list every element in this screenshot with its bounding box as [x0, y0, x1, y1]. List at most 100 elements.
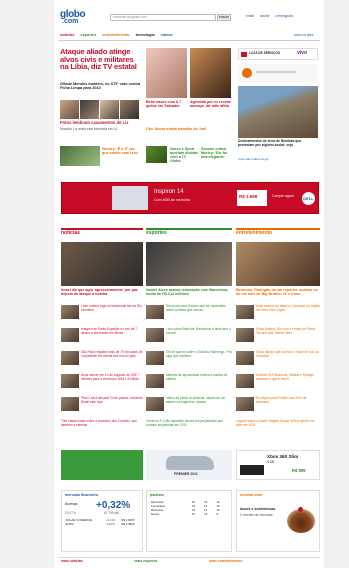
store-banner[interactable]: LOJA DE SERVIÇOS vivo: [238, 48, 318, 60]
car-ad[interactable]: PREMIER 2011: [146, 450, 232, 480]
section-item-thumb[interactable]: [146, 305, 164, 319]
section-item-link[interactable]: Três casas locais sobre a consumo dos Co…: [61, 419, 143, 427]
cake-image[interactable]: [287, 509, 315, 533]
section-lead-headline[interactable]: Daniel Alves assina renovação com Barcel…: [146, 288, 232, 296]
section-item-thumb[interactable]: [61, 397, 79, 411]
nav-tecnologia[interactable]: tecnologia: [136, 33, 155, 37]
all-sites-link[interactable]: todos os sites: [294, 33, 314, 38]
nav-esportes[interactable]: esportes: [80, 33, 96, 37]
liz-photo-2[interactable]: [80, 100, 99, 119]
section-item-link[interactable]: iPad 2 será lançado 24 de países, inclui…: [81, 396, 143, 404]
section-lead-photo[interactable]: [236, 242, 320, 286]
section-item-link[interactable]: São Paulo registra mais de 70 mil casos …: [81, 350, 143, 358]
protest-caption[interactable]: Deslizamentos de terra de Bombas que pro…: [238, 139, 318, 148]
section-item-link[interactable]: Eu espero para Flutter com 20% de descon…: [256, 396, 320, 404]
more-videos-link[interactable]: veja mais vídeos do g1: [238, 157, 318, 161]
section-item-link[interactable]: Ele de que foi sobre o Gaúcho-Flamengo, …: [166, 350, 232, 358]
search-button[interactable]: buscar: [217, 14, 231, 21]
search-input[interactable]: encontre na globo.com: [110, 14, 216, 21]
section-title[interactable]: esportes: [146, 230, 167, 237]
section-lead-photo[interactable]: [146, 242, 232, 286]
woman-photo[interactable]: [190, 48, 231, 98]
protest-photo[interactable]: [238, 86, 318, 138]
vasco-photo[interactable]: [146, 146, 167, 163]
green-promo[interactable]: [61, 450, 143, 480]
ad-sub: Com 4GB de memória: [154, 198, 190, 202]
xbox-image: [240, 465, 264, 475]
liz-caption[interactable]: Fotos lembram casamentos de Liz: [60, 120, 142, 126]
footer-entertainment-link[interactable]: mais entretenimento: [209, 559, 242, 564]
section-item-thumb[interactable]: [236, 305, 254, 319]
section-item-thumb[interactable]: [236, 351, 254, 365]
wesley-photo[interactable]: [60, 146, 100, 166]
ad-cta[interactable]: Compre agora: [272, 194, 294, 199]
threat-headline[interactable]: Agredida por ex recebe ameaça, diz mãe a…: [190, 100, 231, 108]
xbox-ad[interactable]: Xbox 360 Slim 4 GB R$ 899: [236, 450, 320, 480]
sports-headline-2[interactable]: Vasco x Sport acertam dívidas com a TV G…: [170, 147, 198, 163]
footer-sports-link[interactable]: mais esportes: [134, 559, 157, 564]
section-item-thumb[interactable]: [236, 374, 254, 388]
nav-entretenimento[interactable]: entretenimento: [102, 33, 129, 37]
recipes-sub[interactable]: 2 receitas de chocolate: [240, 513, 280, 518]
section-item-thumb[interactable]: [236, 397, 254, 411]
section-item-link[interactable]: Legado sobre a moda 'Viagem Sousa' entro…: [236, 419, 320, 427]
section-item-link[interactable]: Lívio sobre Barriche, Barcelona: a final…: [166, 327, 232, 335]
section-lead-photo[interactable]: [61, 242, 143, 286]
finance-value: 67.799 pts: [104, 511, 119, 515]
section-item-link[interactable]: Chefe na F-1 fãs repentem lances em prej…: [146, 419, 232, 427]
section-item-link[interactable]: Sim pode para Gaúcho que foi comentário …: [166, 304, 232, 312]
section-item-link[interactable]: Imagem de Santo Expedito no céu de 7 atr…: [81, 327, 143, 335]
sports-headline-3[interactable]: Simeon critica Muricy: 'Ele foi desreleg…: [201, 147, 232, 159]
nav-videos[interactable]: vídeos: [161, 33, 173, 37]
baby-headline[interactable]: Bebê nasce com 6,7 quilos em Salvador: [146, 100, 187, 108]
ad-price: R$ 1.699: [239, 194, 258, 199]
score-cell: 9: [216, 512, 219, 517]
liz-photo-3[interactable]: [100, 100, 119, 119]
scores-table: São Paulo 24 14 11 Corinthians 23 14 10 Palmei…: [150, 501, 228, 517]
section-title[interactable]: notícias: [61, 230, 80, 237]
section-item-thumb[interactable]: [61, 305, 79, 319]
scores-row: Santos 21 14 9: [150, 513, 228, 517]
hero-headline[interactable]: Ataque aliado atinge alvos civis e milit…: [60, 48, 142, 71]
subscribe-link[interactable]: assine: [260, 14, 270, 19]
email-link[interactable]: email: [246, 14, 254, 19]
section-title[interactable]: entretenimento: [236, 230, 272, 237]
liz-photo-4[interactable]: [120, 100, 139, 119]
cherry-image: [298, 507, 303, 512]
section-item-link[interactable]: Show Macky que nos faz a 'maior de rua' …: [256, 350, 320, 358]
section-item-thumb[interactable]: [61, 351, 79, 365]
liz-subcaption[interactable]: Hospital: Liz ainda está internada em LA: [60, 127, 142, 132]
ad-price-box: R$ 1.699: [237, 190, 267, 206]
section-item-link[interactable]: Imitou-se juntar no pessoal, depois de u…: [166, 396, 232, 404]
section-item-link[interactable]: Após vencer em 14 de Augusto de USE 7 mi…: [81, 373, 143, 381]
section-item-thumb[interactable]: [61, 328, 79, 342]
section-item-thumb[interactable]: [146, 374, 164, 388]
recipes-item[interactable]: doces e sobremesas: [240, 507, 275, 511]
nav-noticias[interactable]: notícias: [60, 33, 74, 37]
sports-headline-1[interactable]: Wesley: 'É a 3ª vez que sonho com isso': [102, 147, 142, 155]
section-item-thumb[interactable]: [146, 397, 164, 411]
hero-subheadline[interactable]: Gilmar Mendes mantém, no STF, voto contr…: [60, 82, 142, 91]
section-item-thumb[interactable]: [146, 351, 164, 365]
dog-headline[interactable]: Cão Júnior exalta trabalho de Juel: [146, 127, 232, 131]
section-lead-headline[interactable]: Bermudo, Rodrigão da um repórter, acabou…: [236, 288, 320, 296]
ad-brand: Inspiron 14: [154, 189, 184, 195]
section-item-link[interactable]: Ação avance de base no Carnaval, na regi…: [256, 304, 320, 312]
section-item-thumb[interactable]: [61, 374, 79, 388]
globo-logo[interactable]: globo .com: [60, 10, 86, 26]
footer-news-link[interactable]: mais notícias: [61, 559, 82, 564]
score-cell: 14: [204, 512, 208, 517]
store-icon: [241, 52, 247, 57]
baby-photo[interactable]: [146, 48, 187, 98]
section-item-link[interactable]: Guilhott Yo Palosonos, Tatiana e Rodrigo…: [256, 373, 320, 381]
central-link[interactable]: centralglobo: [275, 14, 293, 19]
section-item-thumb[interactable]: [146, 328, 164, 342]
liz-photo-1[interactable]: [60, 100, 79, 119]
footer-links: mais notícias mais esportes mais entrete…: [61, 559, 242, 564]
section-item-link[interactable]: Show Boiteve 15h com a forma por Flávio …: [256, 327, 320, 335]
dell-ad[interactable]: Inspiron 14 Com 4GB de memória R$ 1.699 …: [61, 182, 319, 214]
section-item-link[interactable]: Marcelo de aposentado ensina a manha no …: [166, 373, 232, 381]
section-item-link[interactable]: Líder ordena fuga do tradicional bar da …: [81, 304, 143, 312]
section-item-thumb[interactable]: [236, 328, 254, 342]
section-lead-headline[interactable]: Israel diz que agiu 'agressivamente' por…: [61, 288, 143, 296]
